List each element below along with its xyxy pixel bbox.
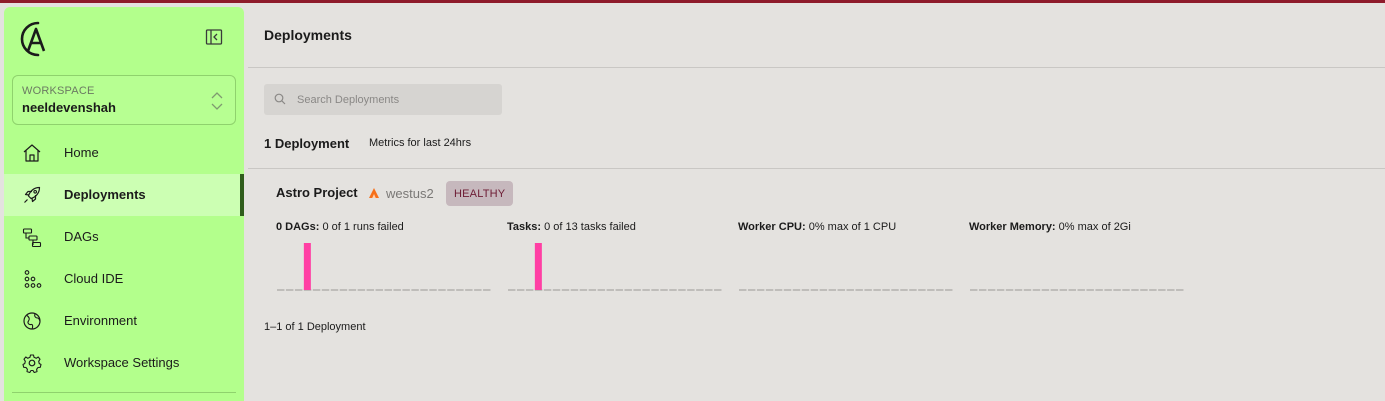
pagination-summary: 1–1 of 1 Deployment bbox=[264, 321, 366, 333]
metric-worker-cpu: Worker CPU: 0% max of 1 CPU bbox=[738, 221, 953, 296]
metric-detail: 0 of 1 runs failed bbox=[322, 221, 404, 233]
chart-bar bbox=[534, 243, 542, 290]
metric-text: Worker Memory: 0% max of 2Gi bbox=[969, 221, 1131, 233]
metric-detail: 0 of 13 tasks failed bbox=[544, 221, 636, 233]
metric-label: Worker CPU: bbox=[738, 221, 806, 233]
sidebar-divider bbox=[12, 392, 236, 393]
sidebar-item-label: Cloud IDE bbox=[64, 271, 124, 286]
sidebar-item-environment[interactable]: Environment bbox=[4, 300, 244, 342]
metric-tasks: Tasks: 0 of 13 tasks failed bbox=[507, 221, 722, 296]
sidebar-item-cloud-ide[interactable]: Cloud IDE bbox=[4, 258, 244, 300]
chart-bar bbox=[303, 243, 311, 290]
deployment-name-link[interactable]: Astro Project bbox=[276, 185, 358, 200]
metric-label: Tasks: bbox=[507, 221, 542, 233]
metric-label: 0 DAGs: bbox=[276, 221, 320, 233]
collapse-sidebar-icon[interactable] bbox=[204, 27, 224, 47]
metric-worker-memory: Worker Memory: 0% max of 2Gi bbox=[969, 221, 1184, 296]
sidebar-item-label: Deployments bbox=[64, 187, 146, 202]
search-box[interactable] bbox=[264, 84, 502, 115]
home-icon bbox=[23, 144, 41, 162]
chevron-up-down-icon bbox=[211, 92, 223, 110]
tasks-chart bbox=[508, 243, 722, 291]
metric-detail: 0% max of 2Gi bbox=[1058, 221, 1131, 233]
metric-text: Tasks: 0 of 13 tasks failed bbox=[507, 221, 636, 233]
search-icon bbox=[274, 93, 286, 105]
sidebar-nav: Home Deployments DAGs Cloud IDE Environm… bbox=[4, 132, 244, 384]
divider bbox=[248, 168, 1385, 169]
workspace-switcher[interactable]: WORKSPACE neeldevenshah bbox=[12, 75, 236, 125]
workspace-label: WORKSPACE bbox=[22, 85, 95, 97]
astro-cluster-icon bbox=[369, 188, 379, 198]
sidebar-item-dags[interactable]: DAGs bbox=[4, 216, 244, 258]
sidebar-item-deployments[interactable]: Deployments bbox=[4, 174, 244, 216]
workspace-name: neeldevenshah bbox=[22, 100, 116, 115]
sidebar-item-workspace-settings[interactable]: Workspace Settings bbox=[4, 342, 244, 384]
status-badge: HEALTHY bbox=[446, 181, 514, 206]
rocket-icon bbox=[24, 186, 41, 203]
worker-memory-chart bbox=[970, 289, 1184, 291]
cloud-ide-icon bbox=[24, 270, 42, 288]
metric-text: 0 DAGs: 0 of 1 runs failed bbox=[276, 221, 404, 233]
metric-dags: 0 DAGs: 0 of 1 runs failed bbox=[276, 221, 491, 296]
astronomer-logo[interactable] bbox=[14, 17, 50, 61]
page-title: Deployments bbox=[264, 27, 352, 43]
metric-label: Worker Memory: bbox=[969, 221, 1056, 233]
sidebar-item-label: Home bbox=[64, 145, 99, 160]
search-input[interactable] bbox=[297, 90, 492, 110]
metric-detail: 0% max of 1 CPU bbox=[808, 221, 897, 233]
deployment-region: westus2 bbox=[386, 186, 434, 201]
dag-icon bbox=[22, 228, 42, 247]
sidebar-item-home[interactable]: Home bbox=[4, 132, 244, 174]
divider bbox=[248, 67, 1385, 68]
worker-cpu-chart bbox=[739, 289, 953, 291]
dag-runs-chart bbox=[277, 243, 491, 291]
gear-icon bbox=[22, 354, 42, 373]
sidebar-item-label: DAGs bbox=[64, 229, 99, 244]
globe-icon bbox=[23, 312, 41, 330]
sidebar-item-label: Workspace Settings bbox=[64, 355, 180, 370]
deployment-count: 1 Deployment bbox=[264, 136, 350, 151]
sidebar: WORKSPACE neeldevenshah Home Deployments bbox=[4, 7, 244, 401]
metrics-period-note: Metrics for last 24hrs bbox=[369, 137, 472, 149]
metric-text: Worker CPU: 0% max of 1 CPU bbox=[738, 221, 896, 233]
sidebar-item-label: Environment bbox=[64, 313, 137, 328]
main-content: Deployments 1 Deployment Metrics for las… bbox=[248, 3, 1385, 401]
